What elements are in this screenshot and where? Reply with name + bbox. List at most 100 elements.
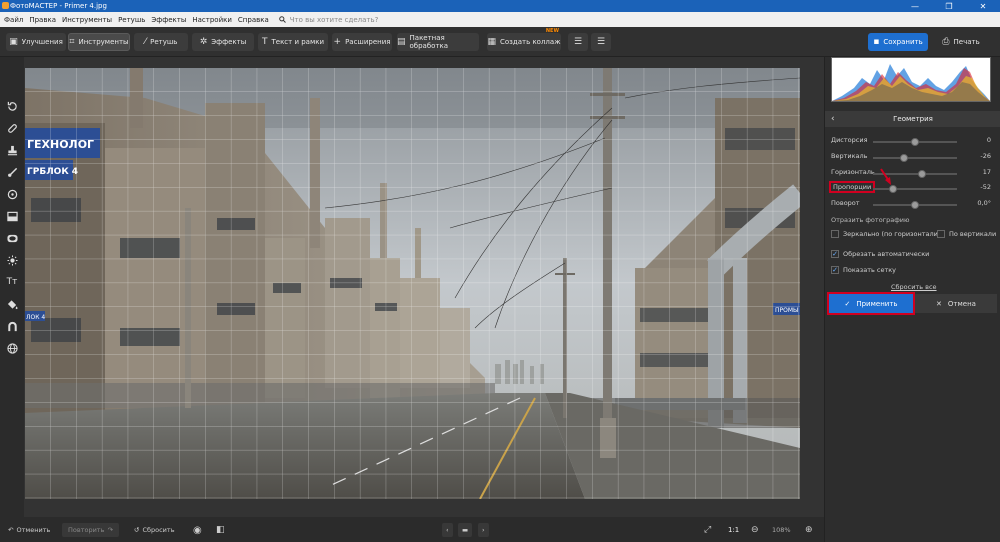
checkbox-label: Зеркально (по горизонтали) bbox=[843, 230, 941, 238]
canvas-area[interactable]: ГЕХНОЛОГ ГРБЛОК 4 ЛОК 4 bbox=[24, 57, 824, 517]
menu-help[interactable]: Справка bbox=[238, 16, 269, 24]
apply-label: Применить bbox=[856, 299, 898, 308]
open-folder-button[interactable]: ▬ bbox=[458, 523, 473, 537]
back-arrow-icon[interactable]: ‹ bbox=[831, 114, 835, 124]
slider-knob[interactable] bbox=[900, 153, 909, 162]
undo-button[interactable]: ↶ Отменить bbox=[8, 523, 50, 537]
menu-tools[interactable]: Инструменты bbox=[62, 16, 112, 24]
print-icon: ⎙ bbox=[942, 37, 950, 47]
checkbox-box[interactable] bbox=[831, 230, 839, 238]
vignette-tool[interactable] bbox=[5, 231, 19, 245]
slider-rotation[interactable]: Поворот 0,0° bbox=[831, 198, 991, 210]
preview-eye-button[interactable]: ◉ bbox=[193, 523, 202, 537]
checkbox-label: Показать сетку bbox=[843, 266, 897, 274]
main-toolbar: ▣ Улучшения ⌗ Инструменты ⁄ Ретушь ✲ Эффекты… bbox=[0, 27, 1000, 57]
patch-tool[interactable] bbox=[5, 121, 19, 135]
zoom-in-button[interactable]: ⊕ bbox=[805, 523, 813, 537]
red-arrow-annotation bbox=[880, 168, 891, 185]
actual-size-button[interactable]: 1:1 bbox=[728, 523, 739, 537]
show-grid-checkbox[interactable]: ✓ Показать сетку bbox=[831, 264, 896, 276]
collage-button[interactable]: ▦ Создать коллаж NEW bbox=[487, 28, 561, 51]
slider-track[interactable] bbox=[873, 188, 957, 190]
prev-image-button[interactable]: ‹ bbox=[442, 523, 453, 537]
tab-retouch[interactable]: ⁄ Ретушь bbox=[134, 33, 188, 51]
menu-file[interactable]: Файл bbox=[4, 16, 23, 24]
auto-crop-checkbox[interactable]: ✓ Обрезать автоматически bbox=[831, 248, 929, 260]
mirror-horizontal-checkbox[interactable]: Зеркально (по горизонтали) bbox=[831, 228, 940, 240]
menu-effects[interactable]: Эффекты bbox=[151, 16, 186, 24]
checkbox-label: По вертикали bbox=[949, 230, 997, 238]
radial-filter-icon bbox=[7, 189, 17, 199]
brush-tool[interactable] bbox=[5, 165, 19, 179]
tab-tools[interactable]: ⌗ Инструменты bbox=[68, 33, 130, 51]
window-title: ФотоМАСТЕР - Primer 4.jpg bbox=[10, 2, 107, 10]
crop-icon: ⌗ bbox=[69, 37, 75, 47]
light-tool[interactable] bbox=[5, 253, 19, 267]
fit-screen-icon: ⤢ bbox=[704, 525, 712, 535]
zoom-out-button[interactable]: ⊖ bbox=[751, 523, 759, 537]
batch-icon: ▤ bbox=[397, 37, 406, 47]
maximize-button[interactable]: ❐ bbox=[932, 0, 966, 12]
compare-button[interactable]: ◧ bbox=[216, 523, 225, 537]
fill-tool[interactable] bbox=[5, 297, 19, 311]
mirror-section-title: Отразить фотографию bbox=[831, 216, 910, 224]
reset-button[interactable]: ↺ Сбросить bbox=[134, 523, 175, 537]
checkbox-box[interactable] bbox=[937, 230, 945, 238]
slider-value: -52 bbox=[980, 183, 991, 191]
radial-tool[interactable] bbox=[5, 187, 19, 201]
slider-distortion[interactable]: Дисторсия 0 bbox=[831, 135, 991, 147]
save-label: Сохранить bbox=[883, 38, 923, 46]
redo-button[interactable]: Повторить ↷ bbox=[62, 523, 119, 537]
tab-enhance[interactable]: ▣ Улучшения bbox=[6, 33, 66, 51]
warp-tool[interactable] bbox=[5, 319, 19, 333]
list-settings-icon: ☰ bbox=[596, 37, 606, 47]
fit-screen-button[interactable]: ⤢ bbox=[704, 523, 711, 537]
cancel-button[interactable]: ✕ Отмена bbox=[915, 294, 997, 313]
stamp-tool[interactable] bbox=[5, 143, 19, 157]
close-button[interactable]: ✕ bbox=[966, 0, 1000, 12]
global-tool[interactable] bbox=[5, 341, 19, 355]
slider-label: Поворот bbox=[831, 199, 860, 207]
mirror-vertical-checkbox[interactable]: По вертикали bbox=[937, 228, 996, 240]
batch-button[interactable]: ▤ Пакетная обработка bbox=[397, 33, 479, 51]
histogram bbox=[831, 57, 991, 102]
menu-settings[interactable]: Настройки bbox=[192, 16, 232, 24]
slider-knob[interactable] bbox=[911, 137, 919, 146]
paint-bucket-icon bbox=[7, 299, 18, 309]
chevron-right-icon: › bbox=[482, 526, 485, 534]
slider-vertical[interactable]: Вертикаль -26 bbox=[831, 151, 991, 163]
menu-retouch[interactable]: Ретушь bbox=[118, 16, 145, 24]
slider-proportions[interactable]: Пропорции -52 bbox=[828, 168, 991, 194]
slider-horizontal[interactable]: Горизонталь 17 bbox=[831, 167, 991, 179]
tab-effects[interactable]: ✲ Эффекты bbox=[192, 33, 254, 51]
tab-text-frames[interactable]: T Текст и рамки bbox=[258, 33, 328, 51]
checkbox-checked[interactable]: ✓ bbox=[831, 266, 839, 274]
queue-add-button[interactable]: ☰ bbox=[568, 33, 588, 51]
tab-extensions[interactable]: + Расширения bbox=[332, 33, 392, 51]
enhance-icon: ▣ bbox=[9, 37, 18, 47]
print-button[interactable]: ⎙ Печать bbox=[932, 33, 990, 51]
queue-settings-button[interactable]: ☰ bbox=[591, 33, 611, 51]
collage-label: Создать коллаж bbox=[500, 38, 561, 46]
slider-track[interactable] bbox=[873, 157, 957, 159]
photo-preview[interactable]: ГЕХНОЛОГ ГРБЛОК 4 ЛОК 4 bbox=[25, 68, 800, 499]
text-tool[interactable]: Tт bbox=[5, 275, 19, 289]
gradient-tool[interactable] bbox=[5, 209, 19, 223]
gradient-icon bbox=[6, 211, 18, 221]
reset-all-link[interactable]: Сбросить все bbox=[891, 283, 937, 291]
checkbox-checked[interactable]: ✓ bbox=[831, 250, 839, 258]
collage-icon: ▦ bbox=[487, 37, 496, 47]
menu-search[interactable]: Что вы хотите сделать? bbox=[278, 16, 378, 24]
menu-edit[interactable]: Правка bbox=[29, 16, 56, 24]
minimize-button[interactable]: — bbox=[898, 0, 932, 12]
slider-knob[interactable] bbox=[911, 200, 919, 209]
tab-extensions-label: Расширения bbox=[345, 38, 391, 46]
close-icon: ✕ bbox=[936, 299, 942, 308]
rotate-tool[interactable] bbox=[5, 99, 19, 113]
next-image-button[interactable]: › bbox=[478, 523, 489, 537]
app-window: ФотоМАСТЕР - Primer 4.jpg — ❐ ✕ Файл Пра… bbox=[0, 0, 1000, 542]
slider-knob[interactable] bbox=[917, 169, 926, 178]
save-button[interactable]: ▪ Сохранить bbox=[868, 33, 928, 51]
apply-button[interactable]: ✓ Применить bbox=[827, 292, 915, 315]
tab-retouch-label: Ретушь bbox=[150, 38, 178, 46]
